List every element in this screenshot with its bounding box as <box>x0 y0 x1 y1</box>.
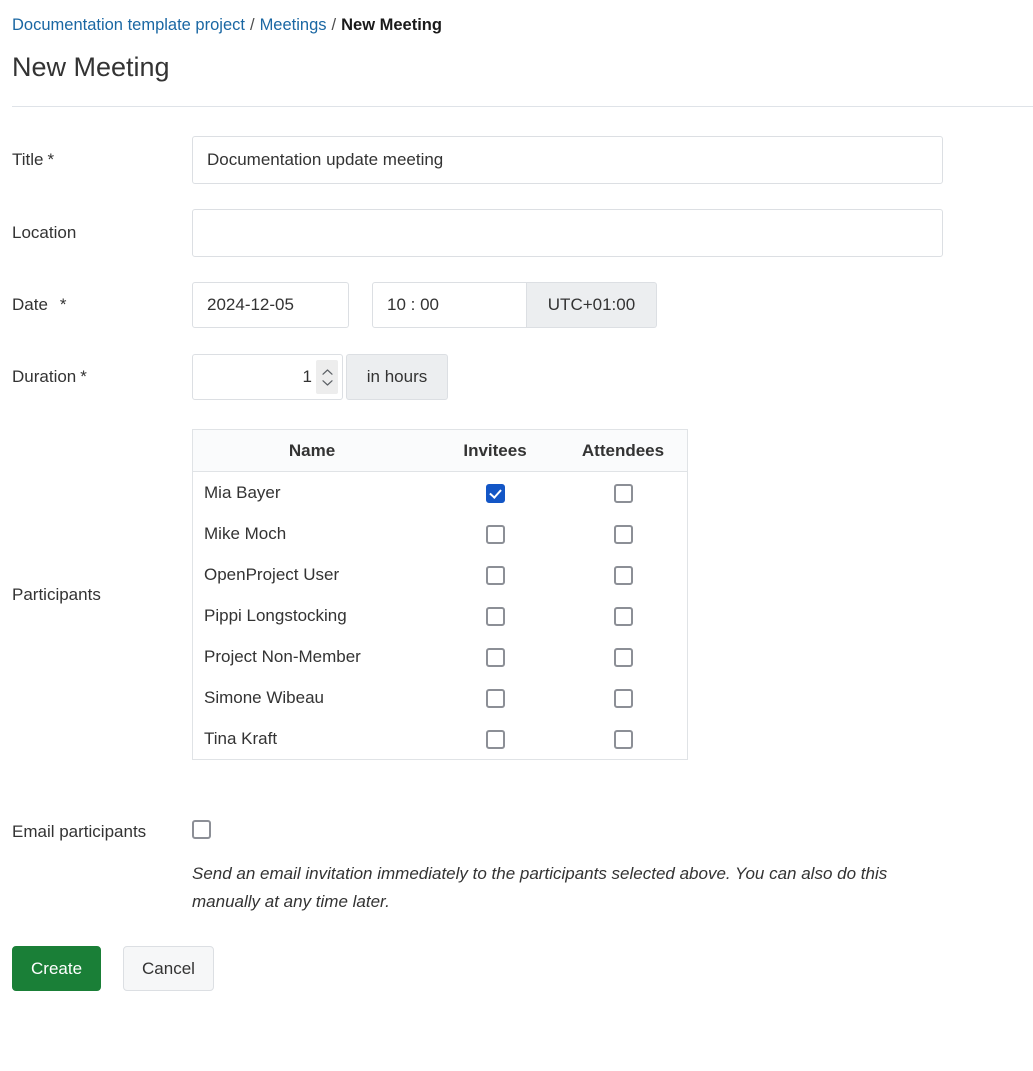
participants-label: Participants <box>12 584 101 604</box>
form-row-title: Title * <box>0 136 1033 184</box>
timezone-addon: UTC+01:00 <box>527 282 657 328</box>
page-title: New Meeting <box>12 52 170 82</box>
invitee-checkbox[interactable] <box>485 565 505 585</box>
table-row: Simone Wibeau <box>193 677 688 718</box>
location-input[interactable] <box>192 209 943 257</box>
date-input-group: UTC+01:00 <box>192 282 1033 328</box>
attendee-cell <box>559 636 688 677</box>
duration-label-text: Duration <box>12 367 77 386</box>
breadcrumb-project-link[interactable]: Documentation template project <box>12 16 245 34</box>
attendee-checkbox[interactable] <box>613 729 633 749</box>
title-field-area <box>192 136 1033 184</box>
invitee-checkbox[interactable] <box>485 729 505 749</box>
location-label: Location <box>12 223 77 242</box>
attendee-checkbox[interactable] <box>613 524 633 544</box>
invitee-cell <box>431 513 559 554</box>
table-row: Tina Kraft <box>193 718 688 760</box>
table-row: Mia Bayer <box>193 472 688 514</box>
breadcrumb-meetings-link[interactable]: Meetings <box>260 16 327 34</box>
attendee-checkbox[interactable] <box>613 606 633 626</box>
participant-name: Simone Wibeau <box>204 687 325 707</box>
table-row: Pippi Longstocking <box>193 595 688 636</box>
invitee-checkbox[interactable] <box>485 606 505 626</box>
participants-table-head: Name Invitees Attendees <box>192 429 688 472</box>
column-header-attendees: Attendees <box>559 429 688 472</box>
form-row-location: Location <box>0 209 1033 257</box>
duration-value: 1 <box>302 367 312 386</box>
email-participants-label: Email participants <box>12 822 147 841</box>
table-row: Project Non-Member <box>193 636 688 677</box>
attendee-checkbox[interactable] <box>613 647 633 667</box>
invitee-cell <box>431 677 559 718</box>
column-header-name: Name <box>192 429 431 472</box>
attendee-cell <box>559 554 688 595</box>
time-input[interactable] <box>372 282 527 328</box>
email-participants-checkbox[interactable] <box>192 820 211 839</box>
invitee-cell <box>431 472 559 514</box>
attendee-checkbox[interactable] <box>613 688 633 708</box>
invitee-checkbox[interactable] <box>485 483 505 503</box>
breadcrumb-separator-1: / <box>249 16 255 34</box>
email-checkbox-wrap <box>192 820 1033 844</box>
date-label-text: Date <box>12 295 48 314</box>
duration-label: Duration * <box>0 354 192 388</box>
cancel-button[interactable]: Cancel <box>123 946 214 991</box>
attendee-cell <box>559 472 688 514</box>
table-row: Mike Moch <box>193 513 688 554</box>
email-participants-help-text: Send an email invitation immediately to … <box>192 864 888 911</box>
table-row: OpenProject User <box>193 554 688 595</box>
participants-field-area: Name Invitees Attendees Mia Bayer Mike Mo… <box>192 429 1033 760</box>
invitee-checkbox[interactable] <box>485 524 505 544</box>
duration-stepper[interactable]: 1 <box>192 354 343 400</box>
location-field-area <box>192 209 1033 257</box>
form-row-duration: Duration * 1 in hours <box>0 354 1033 400</box>
title-required-marker: * <box>47 150 55 169</box>
participant-name: Mike Moch <box>204 523 287 543</box>
attendee-cell <box>559 513 688 554</box>
title-label: Title * <box>0 136 192 171</box>
email-participants-field-area: Send an email invitation immediately to … <box>192 820 1033 916</box>
attendee-cell <box>559 718 688 760</box>
time-input-group: UTC+01:00 <box>372 282 657 328</box>
attendee-checkbox[interactable] <box>613 565 633 585</box>
form-row-participants: Participants Name Invitees Attendees Mia… <box>0 429 1033 760</box>
duration-required-marker: * <box>80 367 87 386</box>
form-row-date: Date * UTC+01:00 <box>0 282 1033 328</box>
form-row-email-participants: Email participants Send an email invitat… <box>0 820 1033 916</box>
date-input[interactable] <box>192 282 349 328</box>
form-actions: Create Cancel <box>0 946 1033 991</box>
breadcrumb: Documentation template project / Meetings /… <box>0 0 1033 36</box>
invitee-checkbox[interactable] <box>485 688 505 708</box>
participant-name: Tina Kraft <box>204 728 278 748</box>
title-input[interactable] <box>192 136 943 184</box>
participants-header-row: Name Invitees Attendees <box>192 429 688 472</box>
title-label-text: Title <box>12 150 44 169</box>
participants-table: Name Invitees Attendees Mia Bayer Mike Mo… <box>192 429 688 760</box>
participants-table-body: Mia Bayer Mike Moch OpenProject User Pippi … <box>193 472 688 760</box>
date-field-area: UTC+01:00 <box>192 282 1033 328</box>
invitee-cell <box>431 554 559 595</box>
duration-spinner-icon[interactable] <box>316 360 338 394</box>
participant-name: Project Non-Member <box>204 646 361 666</box>
invitee-cell <box>431 718 559 760</box>
invitee-checkbox[interactable] <box>485 647 505 667</box>
date-label: Date * <box>0 282 192 316</box>
attendee-checkbox[interactable] <box>613 483 633 503</box>
new-meeting-form: Title* Location Date* UTC+01:00 Duration… <box>0 107 1033 991</box>
date-required-marker: * <box>59 295 67 314</box>
duration-unit-addon: in hours <box>346 354 448 400</box>
attendee-cell <box>559 677 688 718</box>
invitee-cell <box>431 595 559 636</box>
create-button[interactable]: Create <box>12 946 102 991</box>
breadcrumb-separator-2: / <box>331 16 337 34</box>
participant-name: Pippi Longstocking <box>204 605 347 625</box>
duration-input-group: 1 in hours <box>192 354 1033 400</box>
participant-name: Mia Bayer <box>204 482 281 502</box>
invitee-cell <box>431 636 559 677</box>
attendee-cell <box>559 595 688 636</box>
participant-name: OpenProject User <box>204 564 340 584</box>
duration-field-area: 1 in hours <box>192 354 1033 400</box>
breadcrumb-current: New Meeting <box>341 16 442 34</box>
column-header-invitees: Invitees <box>431 429 559 472</box>
